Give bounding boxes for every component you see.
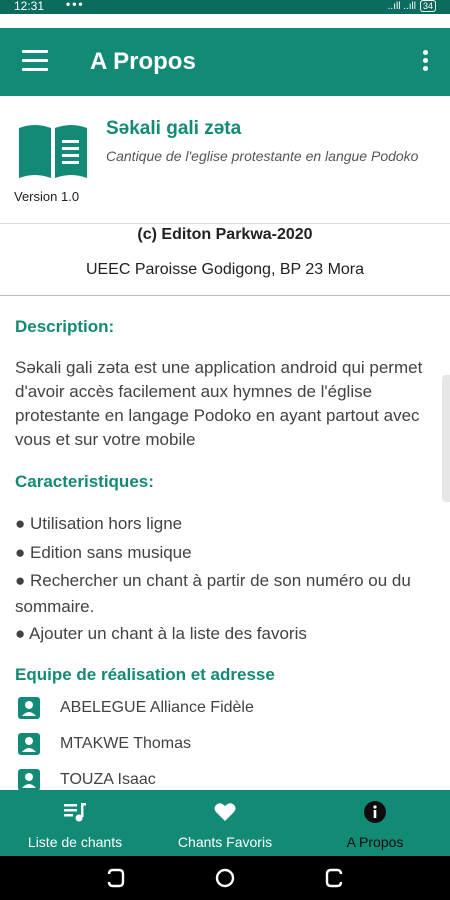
nav-label: Liste de chants — [27, 834, 123, 850]
notification-dots: ••• — [66, 0, 85, 11]
more-vert-icon[interactable] — [420, 50, 430, 74]
status-bar: 12:31 ••• ..ıll ..ıll 34 — [0, 0, 450, 14]
team-member-name: TOUZA Isaac — [60, 771, 156, 788]
home-icon[interactable] — [213, 866, 237, 890]
system-navigation-bar — [0, 856, 450, 900]
feature-item: ● Rechercher un chant à partir de son nu… — [15, 571, 411, 616]
nav-label: Chants Favoris — [177, 834, 273, 850]
app-name: Səkali gali zəta — [106, 118, 242, 139]
contact-icon — [18, 769, 40, 791]
back-icon[interactable] — [322, 866, 346, 890]
contact-icon — [18, 697, 40, 719]
team-member-name: MTAKWE Thomas — [60, 735, 191, 752]
address-text: UEEC Paroisse Godigong, BP 23 Mora — [85, 261, 365, 278]
app-bar: A Propos — [0, 28, 450, 96]
team-member: MTAKWE Thomas — [18, 731, 191, 757]
divider — [0, 295, 450, 296]
nav-about[interactable]: A Propos — [300, 790, 450, 856]
version-label: Version 1.0 — [14, 189, 80, 204]
copyright-text: (c) Editon Parkwa-2020 — [137, 226, 313, 243]
description-text: Səkali gali zəta est une application and… — [15, 358, 423, 449]
feature-item: ● Ajouter un chant à la liste des favori… — [15, 624, 307, 643]
team-heading: Equipe de réalisation et adresse — [15, 665, 275, 684]
book-icon — [19, 125, 87, 178]
heart-icon — [214, 803, 236, 821]
features-heading: Caracteristiques: — [15, 472, 154, 491]
bottom-navigation: Liste de chants Chants Favoris A Propos — [0, 790, 450, 856]
signal-icon: ..ıll ..ıll — [387, 0, 416, 12]
page-title: A Propos — [90, 48, 196, 75]
feature-item: ● Utilisation hors ligne — [15, 514, 183, 533]
app-subtitle: Cantique de l'eglise protestante en lang… — [106, 148, 419, 164]
status-right: ..ıll ..ıll 34 — [388, 0, 436, 12]
team-member: ABELEGUE Alliance Fidèle — [18, 695, 254, 721]
feature-item: ● Edition sans musique — [15, 543, 192, 562]
hamburger-menu-icon[interactable] — [22, 50, 48, 72]
scroll-handle[interactable] — [442, 375, 450, 502]
recents-icon[interactable] — [104, 866, 128, 890]
nav-song-list[interactable]: Liste de chants — [0, 790, 150, 856]
team-member-name: ABELEGUE Alliance Fidèle — [60, 699, 254, 716]
description-heading: Description: — [15, 317, 115, 336]
status-time: 12:31 — [14, 0, 45, 13]
contact-icon — [18, 733, 40, 755]
nav-label: A Propos — [346, 834, 404, 850]
nav-favorites[interactable]: Chants Favoris — [150, 790, 300, 856]
battery-icon: 34 — [419, 0, 436, 12]
info-icon — [364, 801, 386, 823]
music-list-icon — [64, 803, 86, 822]
